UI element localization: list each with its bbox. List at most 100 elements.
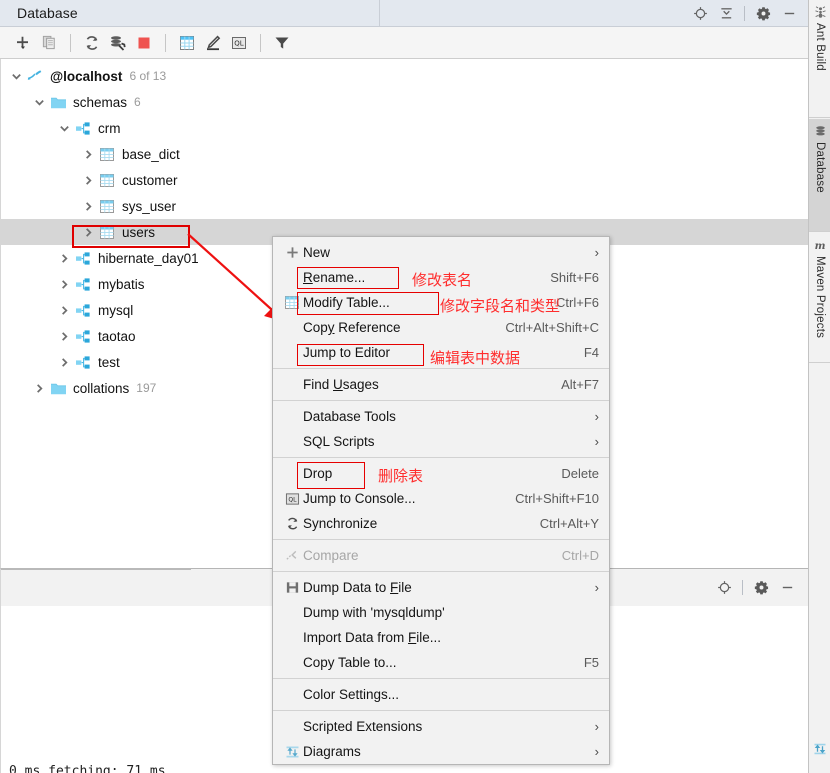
chevron-right-icon: › xyxy=(594,434,599,449)
refresh-icon[interactable] xyxy=(79,30,105,56)
tree-node-label: users xyxy=(122,224,156,240)
menu-item-diagrams[interactable]: Diagrams › xyxy=(273,739,609,764)
menu-item-shortcut: Ctrl+Alt+Y xyxy=(539,516,599,531)
menu-item-copy-reference[interactable]: Copy Reference Ctrl+Alt+Shift+C xyxy=(273,315,609,340)
tree-node-customer[interactable]: customer xyxy=(1,167,808,193)
chevron-right-icon[interactable] xyxy=(55,305,73,316)
tool-tab-label: Database xyxy=(814,142,826,193)
tool-tab-maven-projects[interactable]: m Maven Projects xyxy=(809,233,830,363)
tool-window-titlebar: Database xyxy=(0,0,808,27)
chevron-right-icon[interactable] xyxy=(55,331,73,342)
menu-item-label: Synchronize xyxy=(303,516,378,531)
menu-separator xyxy=(273,710,609,711)
chevron-down-icon[interactable] xyxy=(7,71,25,82)
refresh-icon xyxy=(281,516,303,531)
tool-tab-diagrams-bottom[interactable] xyxy=(809,736,830,773)
menu-item-jump-to-console[interactable]: QL Jump to Console... Ctrl+Shift+F10 xyxy=(273,486,609,511)
menu-item-label: Import Data from File... xyxy=(303,630,442,645)
menu-item-label: Dump Data to File xyxy=(303,580,412,595)
menu-item-scripted-extensions[interactable]: Scripted Extensions › xyxy=(273,714,609,739)
chevron-right-icon[interactable] xyxy=(79,175,97,186)
panel-splitter[interactable] xyxy=(1,568,191,570)
menu-item-label: Copy Table to... xyxy=(303,655,397,670)
locate-icon[interactable] xyxy=(711,577,737,599)
chevron-right-icon[interactable] xyxy=(79,149,97,160)
table-icon[interactable] xyxy=(174,30,200,56)
menu-item-import-data-from-file[interactable]: Import Data from File... xyxy=(273,625,609,650)
right-tool-window-bar: Ant Build Database m Maven Projects xyxy=(808,0,830,773)
svg-text:QL: QL xyxy=(234,39,244,47)
menu-item-label: Drop xyxy=(303,466,333,481)
diagrams-icon xyxy=(281,745,303,759)
save-icon xyxy=(281,580,303,595)
menu-item-dump-with-mysqldump[interactable]: Dump with 'mysqldump' xyxy=(273,600,609,625)
tree-node-label: base_dict xyxy=(122,146,180,162)
folder-icon xyxy=(48,381,68,396)
menu-item-sql-scripts[interactable]: SQL Scripts › xyxy=(273,429,609,454)
menu-item-label: Jump to Console... xyxy=(303,491,416,506)
menu-item-dump-data-to-file[interactable]: Dump Data to File › xyxy=(273,575,609,600)
menu-item-find-usages[interactable]: Find Usages Alt+F7 xyxy=(273,372,609,397)
menu-item-new[interactable]: New › xyxy=(273,240,609,265)
menu-separator xyxy=(273,457,609,458)
menu-separator xyxy=(273,368,609,369)
tree-node-localhost[interactable]: @localhost 6 of 13 xyxy=(1,63,808,89)
menu-item-modify-table[interactable]: Modify Table... Ctrl+F6 xyxy=(273,290,609,315)
chevron-right-icon[interactable] xyxy=(79,201,97,212)
menu-item-synchronize[interactable]: Synchronize Ctrl+Alt+Y xyxy=(273,511,609,536)
tree-node-count: 6 xyxy=(134,95,141,109)
menu-item-rename[interactable]: Rename... Shift+F6 xyxy=(273,265,609,290)
menu-item-shortcut: Ctrl+F6 xyxy=(556,295,599,310)
chevron-right-icon: › xyxy=(594,409,599,424)
chevron-right-icon[interactable] xyxy=(55,253,73,264)
minimize-icon[interactable] xyxy=(774,577,800,599)
table-icon xyxy=(97,199,117,214)
menu-item-drop[interactable]: Drop Delete xyxy=(273,461,609,486)
chevron-right-icon[interactable] xyxy=(79,227,97,238)
tree-node-base_dict[interactable]: base_dict xyxy=(1,141,808,167)
copy-icon[interactable] xyxy=(36,30,62,56)
chevron-right-icon: › xyxy=(594,719,599,734)
chevron-down-icon[interactable] xyxy=(55,123,73,134)
tool-tab-database[interactable]: Database xyxy=(809,119,830,232)
edit-icon[interactable] xyxy=(200,30,226,56)
tree-node-sys_user[interactable]: sys_user xyxy=(1,193,808,219)
tool-tab-ant-build[interactable]: Ant Build xyxy=(809,0,830,118)
menu-item-color-settings[interactable]: Color Settings... xyxy=(273,682,609,707)
sql-console-icon[interactable]: QL xyxy=(226,30,252,56)
tool-window-tab-database[interactable]: Database xyxy=(0,5,78,21)
tree-node-label: sys_user xyxy=(122,198,177,214)
chevron-down-icon[interactable] xyxy=(30,97,48,108)
collapse-all-icon[interactable] xyxy=(713,3,739,25)
tree-node-schemas[interactable]: schemas 6 xyxy=(1,89,808,115)
menu-item-label: Rename... xyxy=(303,270,366,285)
chevron-right-icon[interactable] xyxy=(55,357,73,368)
data-source-properties-icon[interactable] xyxy=(105,30,131,56)
toolbar-divider-2 xyxy=(165,33,166,52)
menu-item-jump-to-editor[interactable]: Jump to Editor F4 xyxy=(273,340,609,365)
menu-item-label: Modify Table... xyxy=(303,295,390,310)
folder-icon xyxy=(48,95,68,110)
chevron-right-icon[interactable] xyxy=(55,279,73,290)
titlebar-icon-divider xyxy=(744,6,745,21)
filter-icon[interactable] xyxy=(269,30,295,56)
add-icon[interactable] xyxy=(10,30,36,56)
tree-node-label: schemas xyxy=(73,94,128,110)
tree-node-crm[interactable]: crm xyxy=(1,115,808,141)
table-context-menu[interactable]: New › Rename... Shift+F6 Modify Table... Ctrl… xyxy=(272,236,610,765)
database-icon xyxy=(814,125,827,138)
gear-icon[interactable] xyxy=(748,577,774,599)
table-icon xyxy=(97,225,117,240)
svg-text:m: m xyxy=(815,240,826,252)
minimize-icon[interactable] xyxy=(776,3,802,25)
locate-icon[interactable] xyxy=(687,3,713,25)
stop-icon[interactable] xyxy=(131,30,157,56)
menu-item-label: SQL Scripts xyxy=(303,434,375,449)
gear-icon[interactable] xyxy=(750,3,776,25)
menu-item-database-tools[interactable]: Database Tools › xyxy=(273,404,609,429)
chevron-right-icon[interactable] xyxy=(30,383,48,394)
mysql-datasource-icon xyxy=(25,68,45,84)
menu-item-copy-table-to[interactable]: Copy Table to... F5 xyxy=(273,650,609,675)
schema-icon xyxy=(73,303,93,318)
menu-separator xyxy=(273,539,609,540)
